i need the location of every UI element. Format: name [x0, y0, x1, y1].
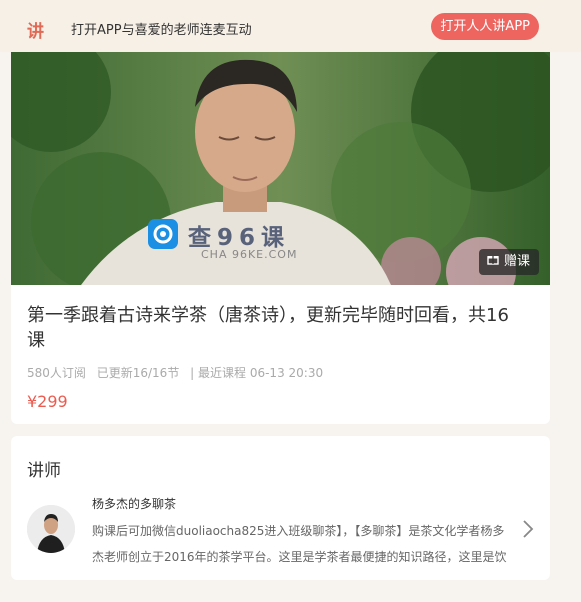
subscriber-count: 580人订阅: [27, 366, 86, 380]
gift-course-button[interactable]: 赠课: [478, 249, 539, 275]
teacher-name: 杨多杰的多聊茶: [92, 497, 177, 511]
banner-message: 打开APP与喜爱的老师连麦互动: [71, 23, 252, 38]
teacher-card[interactable]: 讲师 杨多杰的多聊茶 购课后可加微信duoliaocha825进入班级聊茶】，【…: [11, 436, 550, 580]
open-app-button[interactable]: 打开人人讲APP: [431, 13, 539, 40]
gift-label: 赠课: [503, 254, 530, 269]
chevron-right-icon[interactable]: [522, 519, 534, 539]
teacher-avatar: [27, 505, 75, 553]
watermark-logo-icon: [148, 219, 178, 249]
watermark-title: 查96课: [188, 225, 291, 251]
gift-icon: [487, 249, 499, 275]
recent-lesson: | 最近课程 06-13 20:30: [190, 366, 324, 380]
course-meta: 580人订阅 已更新16/16节 | 最近课程 06-13 20:30: [27, 364, 330, 381]
app-banner: 讲 打开APP与喜爱的老师连麦互动 打开人人讲APP: [0, 0, 581, 52]
teacher-section-title: 讲师: [27, 461, 61, 481]
course-price: ¥299: [27, 392, 68, 411]
app-logo: 讲: [27, 22, 44, 42]
watermark: 查96课 CHA 96KE.COM: [148, 218, 308, 266]
course-title: 第一季跟着古诗来学茶（唐茶诗），更新完毕随时回看，共16课: [27, 305, 509, 351]
teacher-description: 购课后可加微信duoliaocha825进入班级聊茶】，【多聊茶】是茶文化学者杨…: [92, 524, 507, 564]
watermark-subtitle: CHA 96KE.COM: [201, 248, 298, 261]
update-progress: 已更新16/16节: [96, 366, 180, 380]
